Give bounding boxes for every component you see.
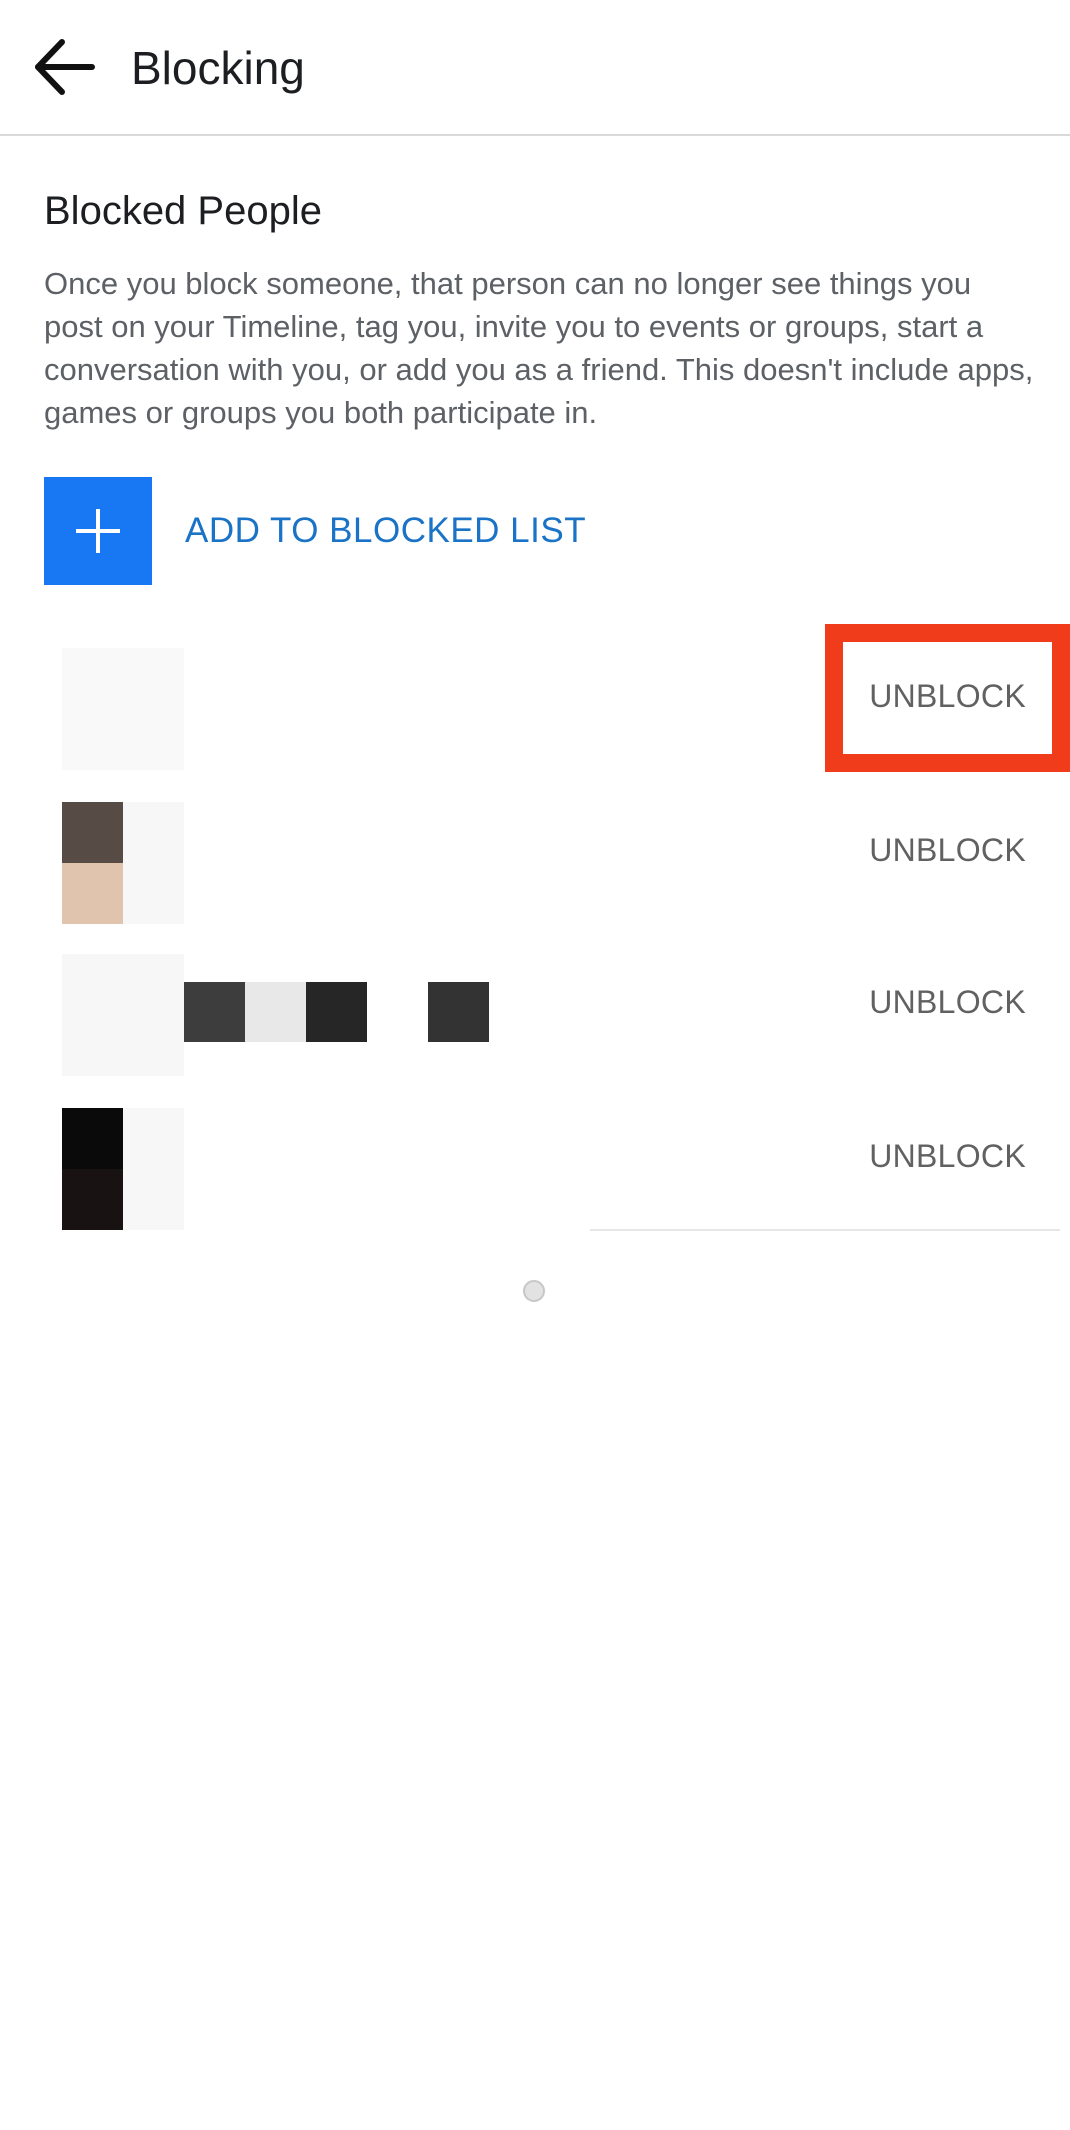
page-title: Blocking (131, 42, 305, 94)
unblock-highlight-box (825, 624, 1070, 772)
arrow-left-icon (35, 39, 95, 95)
unblock-button[interactable]: UNBLOCK (869, 828, 1026, 872)
name-redaction (245, 982, 306, 1042)
avatar-pixel (62, 863, 123, 924)
avatar (62, 648, 184, 770)
blocked-person-row: UNBLOCK (0, 932, 1070, 1076)
section-description: Once you block someone, that person can … (44, 266, 1034, 430)
blocked-person-row: UNBLOCK (0, 780, 1070, 924)
blocked-person-row: UNBLOCK (0, 1086, 1070, 1230)
name-redaction (428, 982, 489, 1042)
unblock-button[interactable]: UNBLOCK (869, 1134, 1026, 1178)
list-divider (590, 1229, 1060, 1231)
name-redaction (184, 982, 245, 1042)
section-title: Blocked People (44, 189, 322, 233)
avatar (62, 954, 184, 1076)
avatar (62, 1108, 184, 1230)
avatar-pixel (62, 1169, 123, 1230)
add-icon-box (44, 477, 152, 585)
unblock-button[interactable]: UNBLOCK (869, 980, 1026, 1024)
loading-indicator (523, 1280, 545, 1302)
plus-icon (76, 509, 120, 553)
app-bar: Blocking (0, 0, 1070, 136)
name-redaction (306, 982, 367, 1042)
back-button[interactable] (30, 34, 96, 100)
avatar-pixel (62, 802, 123, 863)
avatar-pixel (62, 1108, 123, 1169)
avatar (62, 802, 184, 924)
add-to-blocked-list-button[interactable]: ADD TO BLOCKED LIST (44, 477, 1044, 587)
add-to-blocked-list-label: ADD TO BLOCKED LIST (185, 511, 587, 550)
